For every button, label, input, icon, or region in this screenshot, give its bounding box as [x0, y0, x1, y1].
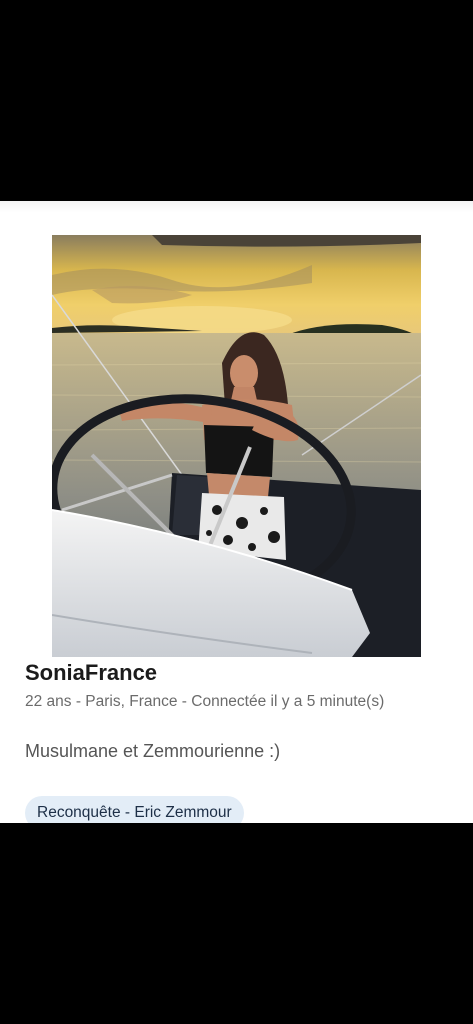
- profile-meta: 22 ans - Paris, France - Connectée il y …: [25, 693, 385, 710]
- profile-card: SoniaFrance 22 ans - Paris, France - Con…: [0, 201, 473, 823]
- profile-tag[interactable]: Reconquête - Eric Zemmour: [25, 796, 244, 823]
- screen: SoniaFrance 22 ans - Paris, France - Con…: [0, 0, 473, 1024]
- profile-bio: Musulmane et Zemmourienne :): [25, 741, 281, 761]
- profile-name: SoniaFrance: [25, 660, 158, 685]
- card-divider: [0, 201, 473, 213]
- profile-photo[interactable]: [52, 235, 421, 657]
- sailboat-sunset-photo: [52, 235, 421, 657]
